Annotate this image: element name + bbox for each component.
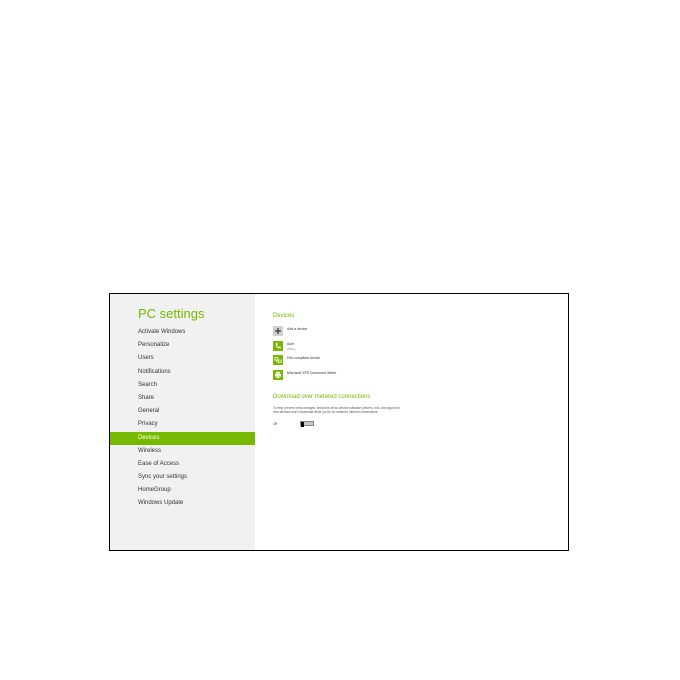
sidebar-item-general[interactable]: General — [110, 405, 255, 418]
sidebar-item-activate-windows[interactable]: Activate Windows — [110, 326, 255, 339]
sidebar-item-notifications[interactable]: Notifications — [110, 366, 255, 379]
app-title: PC settings — [138, 306, 205, 321]
sidebar-item-homegroup[interactable]: HomeGroup — [110, 484, 255, 497]
device-item-add[interactable]: Add a device — [273, 326, 403, 338]
sidebar-item-share[interactable]: Share — [110, 392, 255, 405]
phone-icon — [273, 341, 283, 351]
device-name: HID-compliant device — [287, 356, 321, 360]
sidebar-item-users[interactable]: Users — [110, 352, 255, 365]
device-item-xps-writer[interactable]: Microsoft XPS Document Writer — [273, 370, 403, 382]
sidebar-item-windows-update[interactable]: Windows Update — [110, 497, 255, 510]
device-status: Offline — [287, 347, 296, 351]
printer-icon — [273, 370, 283, 380]
device-name: Add a device — [287, 327, 308, 331]
device-name: Microsoft XPS Document Writer — [287, 371, 337, 375]
device-name: Acer — [287, 342, 295, 346]
devices-pane: Devices Add a device Acer Offline HID-co… — [273, 294, 568, 550]
sidebar-item-privacy[interactable]: Privacy — [110, 418, 255, 431]
sidebar-item-search[interactable]: Search — [110, 379, 255, 392]
devices-heading: Devices — [273, 313, 295, 319]
sidebar-item-wireless[interactable]: Wireless — [110, 445, 255, 458]
device-item-hid[interactable]: HID-compliant device — [273, 355, 403, 367]
toggle-state-label: Off — [273, 422, 278, 426]
metered-description: To help prevent extra charges, keep this… — [273, 406, 401, 414]
toggle-thumb[interactable] — [301, 421, 304, 427]
sidebar-item-ease-of-access[interactable]: Ease of Access — [110, 458, 255, 471]
sidebar-item-sync-your-settings[interactable]: Sync your settings — [110, 471, 255, 484]
plus-icon — [273, 326, 283, 336]
sidebar-item-personalize[interactable]: Personalize — [110, 339, 255, 352]
metered-toggle[interactable] — [300, 421, 314, 427]
sidebar-nav: Activate Windows Personalize Users Notif… — [110, 326, 255, 511]
sidebar: PC settings Activate Windows Personalize… — [110, 294, 255, 550]
sidebar-item-devices[interactable]: Devices — [110, 431, 255, 445]
device-item-phone[interactable]: Acer Offline — [273, 341, 403, 353]
pc-settings-window: PC settings Activate Windows Personalize… — [109, 293, 569, 551]
metered-heading: Download over metered connections — [273, 394, 371, 400]
network-device-icon — [273, 355, 283, 365]
